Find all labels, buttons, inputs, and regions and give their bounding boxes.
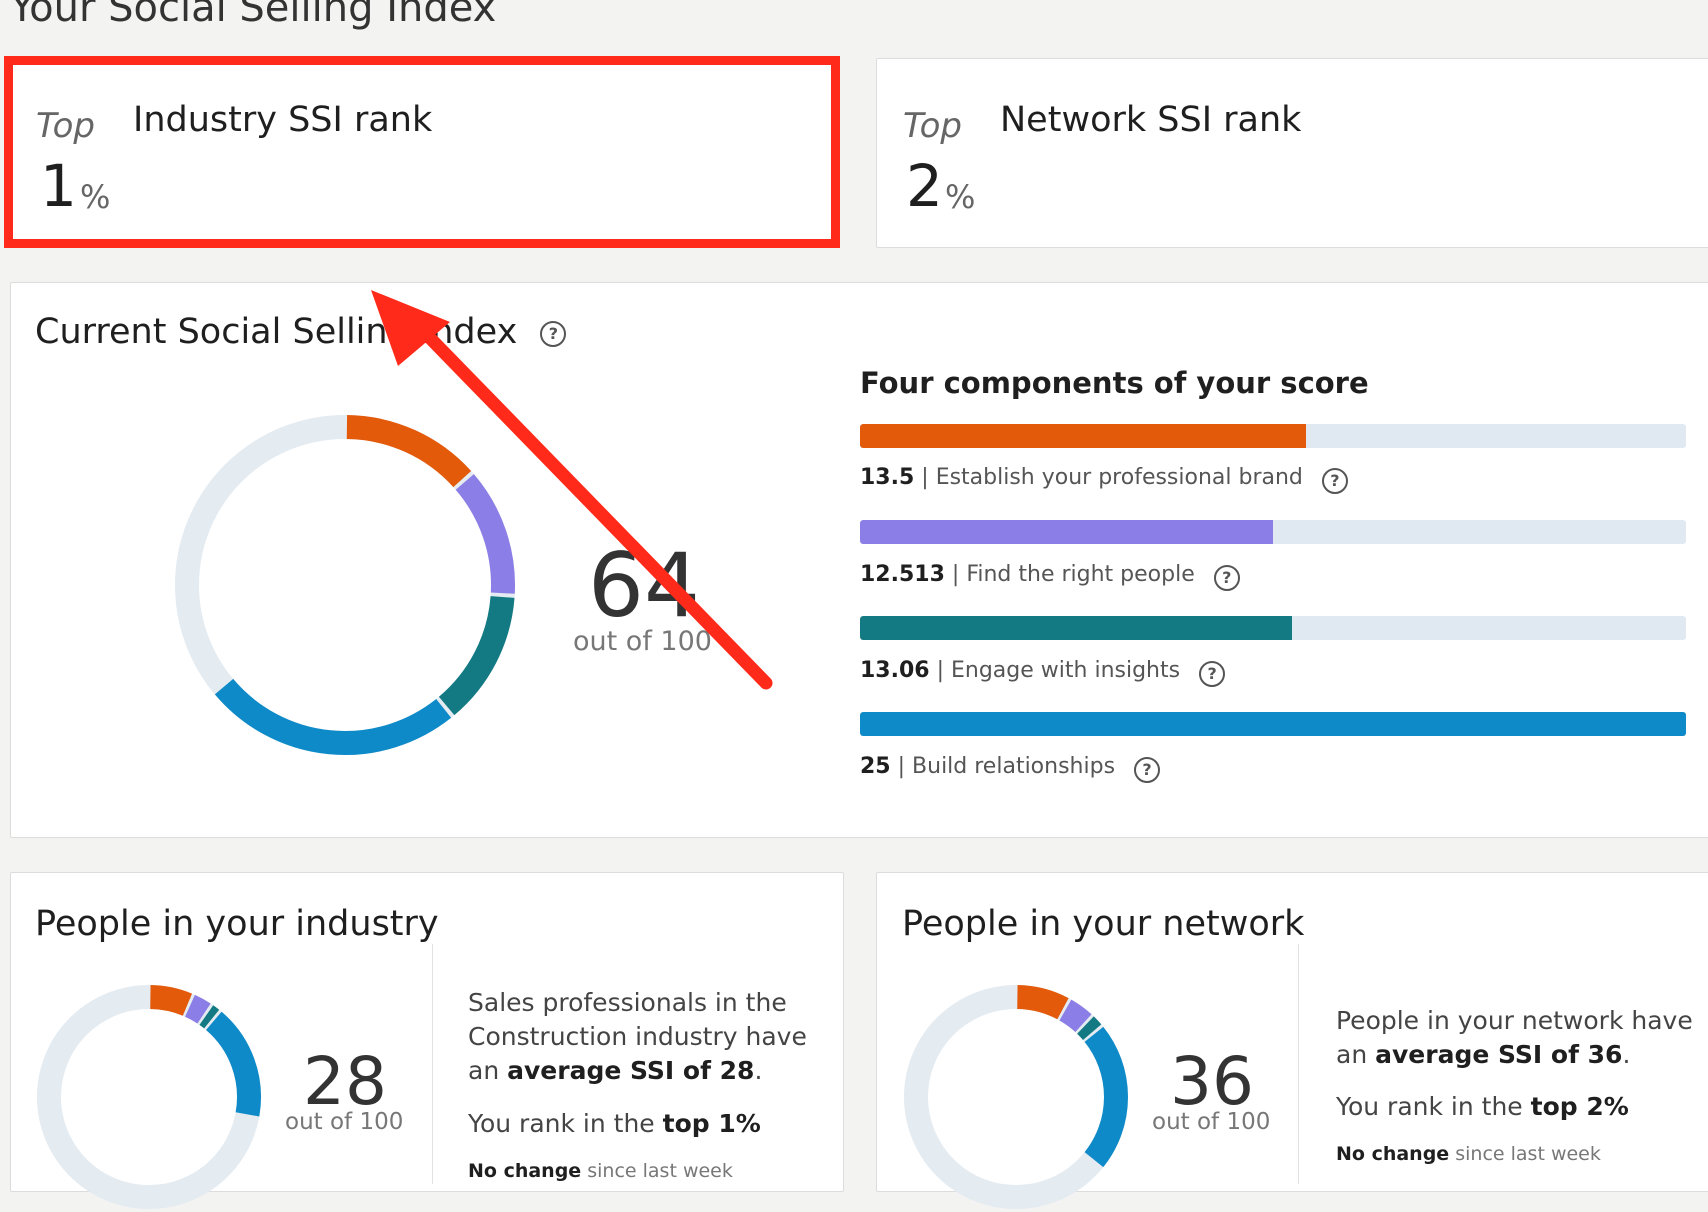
annotation-arrow: [371, 290, 773, 690]
